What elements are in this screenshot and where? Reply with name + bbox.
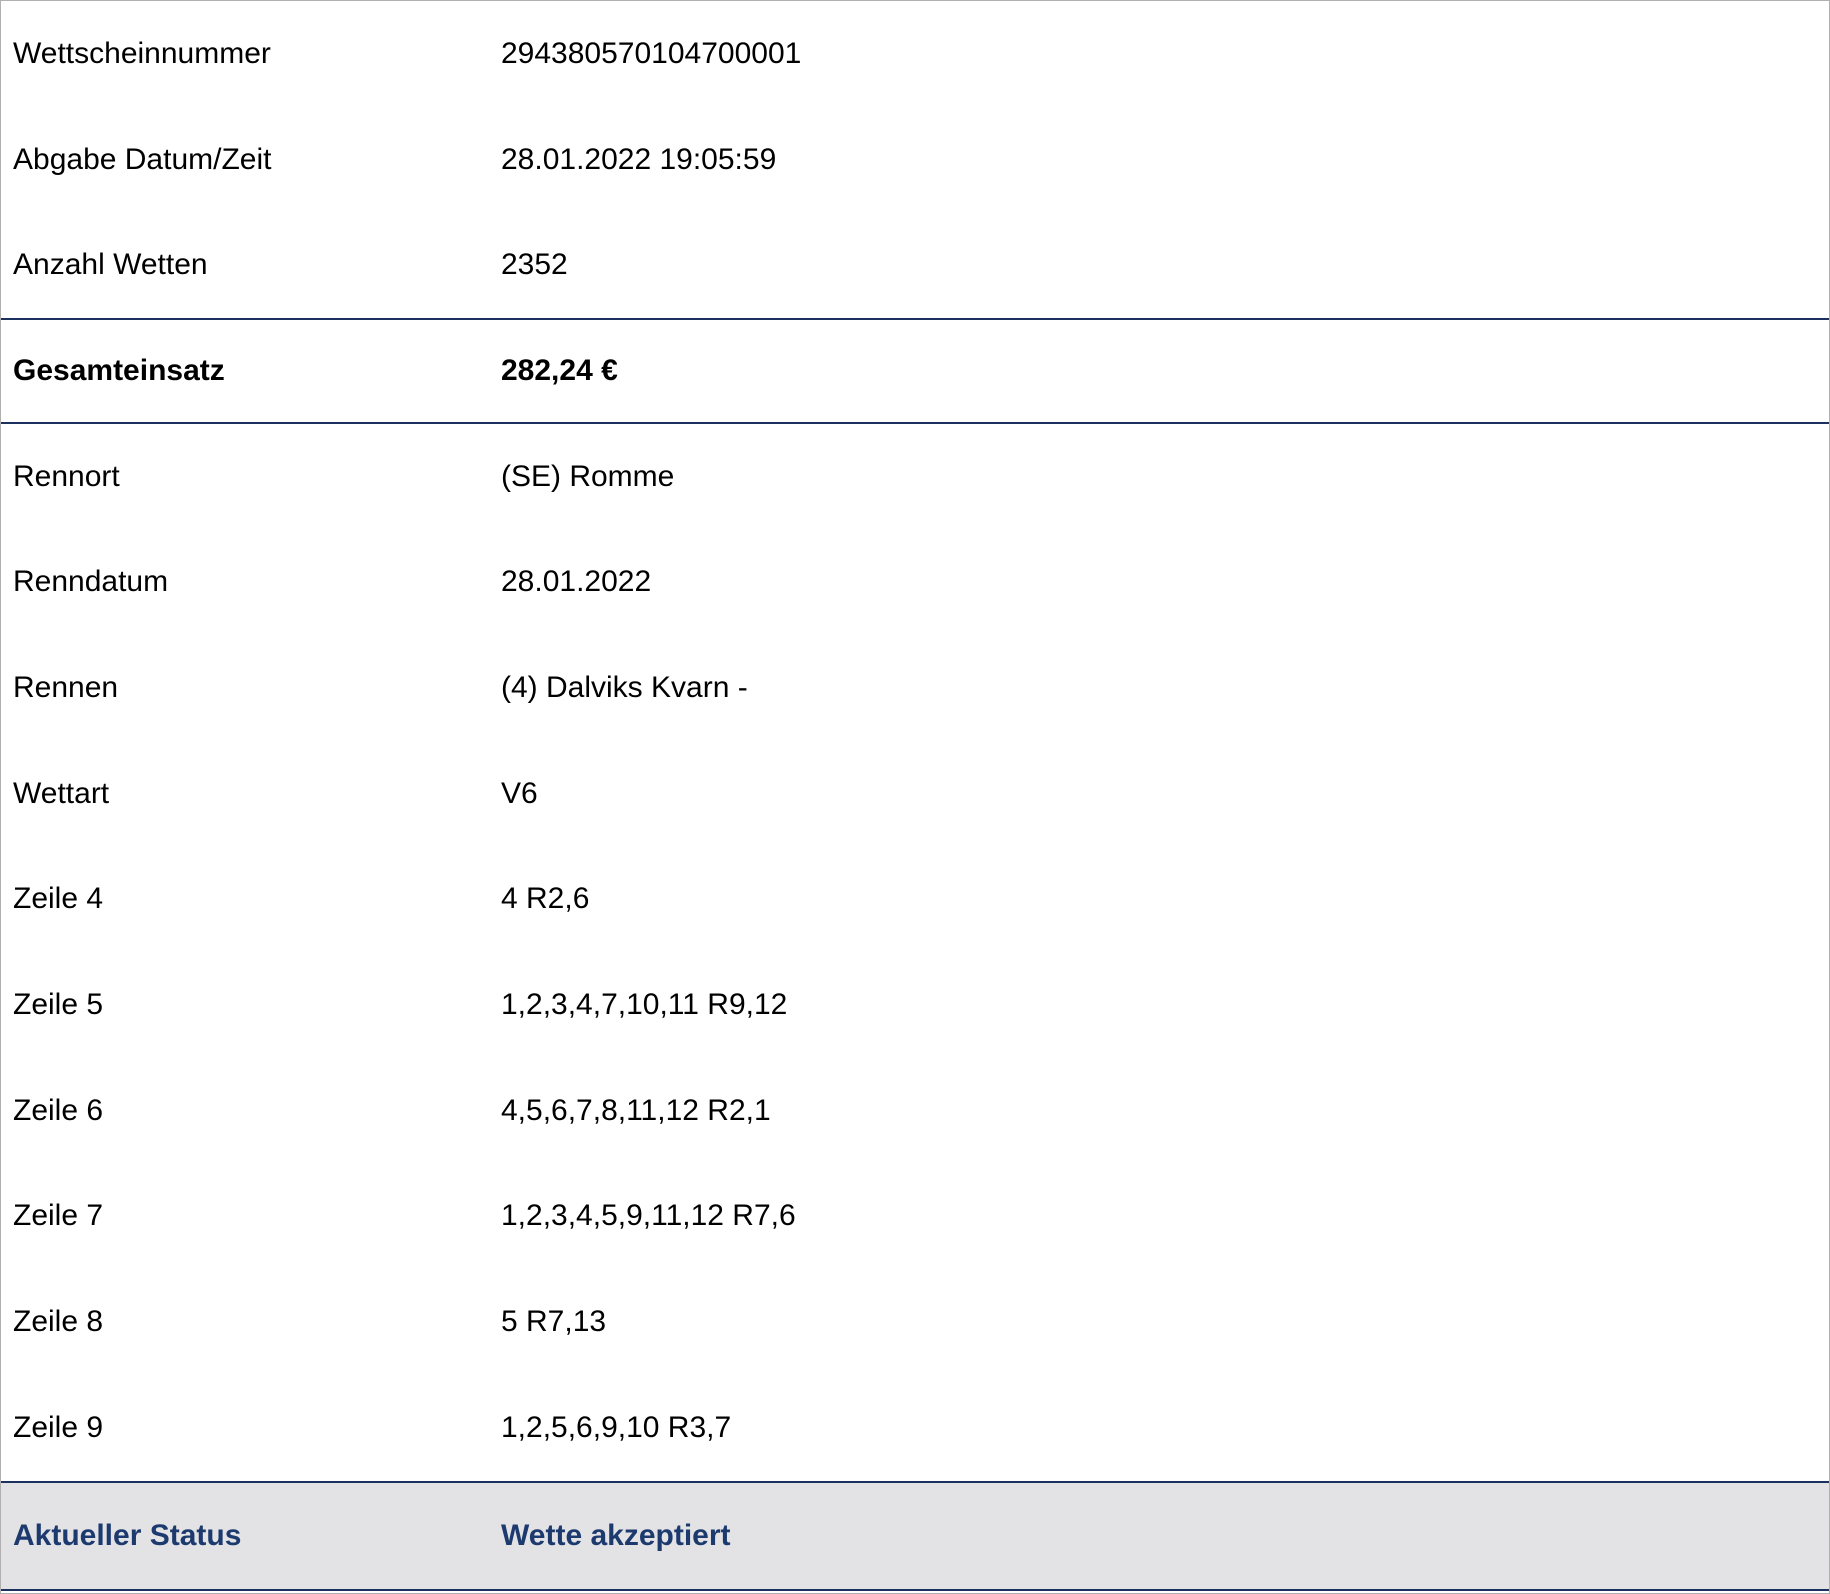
bet-line-value: 5 R7,13 <box>501 1305 607 1339</box>
status-value: Wette akzeptiert <box>501 1518 731 1552</box>
bet-line-value: 1,2,3,4,7,10,11 R9,12 <box>501 988 788 1022</box>
race-date-value: 28.01.2022 <box>501 565 652 599</box>
venue-row: Rennort (SE) Romme <box>1 424 1829 530</box>
bet-type-label: Wettart <box>13 776 110 810</box>
bet-line-row: Zeile 9 1,2,5,6,9,10 R3,7 <box>1 1375 1829 1481</box>
total-stake-row: Gesamteinsatz 282,24 € <box>1 318 1829 424</box>
bet-line-label: Zeile 6 <box>13 1093 104 1127</box>
bet-line-label: Zeile 9 <box>13 1410 104 1444</box>
race-row: Rennen (4) Dalviks Kvarn - <box>1 635 1829 741</box>
ticket-number-row: Wettscheinnummer 294380570104700001 <box>1 1 1829 107</box>
bet-line-value: 4,5,6,7,8,11,12 R2,1 <box>501 1093 771 1127</box>
bet-line-label: Zeile 4 <box>13 882 104 916</box>
race-label: Rennen <box>13 670 119 704</box>
bet-count-label: Anzahl Wetten <box>13 248 208 282</box>
bet-line-value: 1,2,5,6,9,10 R3,7 <box>501 1410 732 1444</box>
bet-line-label: Zeile 8 <box>13 1305 104 1339</box>
race-date-label: Renndatum <box>13 565 169 599</box>
bet-line-row: Zeile 6 4,5,6,7,8,11,12 R2,1 <box>1 1058 1829 1164</box>
submitted-at-label: Abgabe Datum/Zeit <box>13 142 272 176</box>
ticket-number-label: Wettscheinnummer <box>13 36 271 70</box>
race-value: (4) Dalviks Kvarn - <box>501 670 748 704</box>
bet-line-row: Zeile 5 1,2,3,4,7,10,11 R9,12 <box>1 952 1829 1058</box>
bet-type-row: Wettart V6 <box>1 741 1829 847</box>
bet-line-row: Zeile 4 4 R2,6 <box>1 847 1829 953</box>
bet-line-value: 1,2,3,4,5,9,11,12 R7,6 <box>501 1199 796 1233</box>
ticket-number-value: 294380570104700001 <box>501 36 802 70</box>
submitted-at-row: Abgabe Datum/Zeit 28.01.2022 19:05:59 <box>1 107 1829 213</box>
bet-line-value: 4 R2,6 <box>501 882 590 916</box>
total-stake-label: Gesamteinsatz <box>13 353 225 387</box>
bet-count-row: Anzahl Wetten 2352 <box>1 212 1829 318</box>
bet-type-value: V6 <box>501 776 538 810</box>
race-date-row: Renndatum 28.01.2022 <box>1 529 1829 635</box>
bet-line-row: Zeile 7 1,2,3,4,5,9,11,12 R7,6 <box>1 1164 1829 1270</box>
venue-value: (SE) Romme <box>501 459 675 493</box>
bet-line-label: Zeile 7 <box>13 1199 104 1233</box>
bet-line-row: Zeile 8 5 R7,13 <box>1 1269 1829 1375</box>
bet-ticket-details: Wettscheinnummer 294380570104700001 Abga… <box>0 0 1830 1594</box>
bet-count-value: 2352 <box>501 248 568 282</box>
venue-label: Rennort <box>13 459 120 493</box>
status-row: Aktueller Status Wette akzeptiert <box>1 1480 1829 1591</box>
submitted-at-value: 28.01.2022 19:05:59 <box>501 142 777 176</box>
bet-line-label: Zeile 5 <box>13 988 104 1022</box>
status-label: Aktueller Status <box>13 1518 242 1552</box>
total-stake-value: 282,24 € <box>501 353 618 387</box>
